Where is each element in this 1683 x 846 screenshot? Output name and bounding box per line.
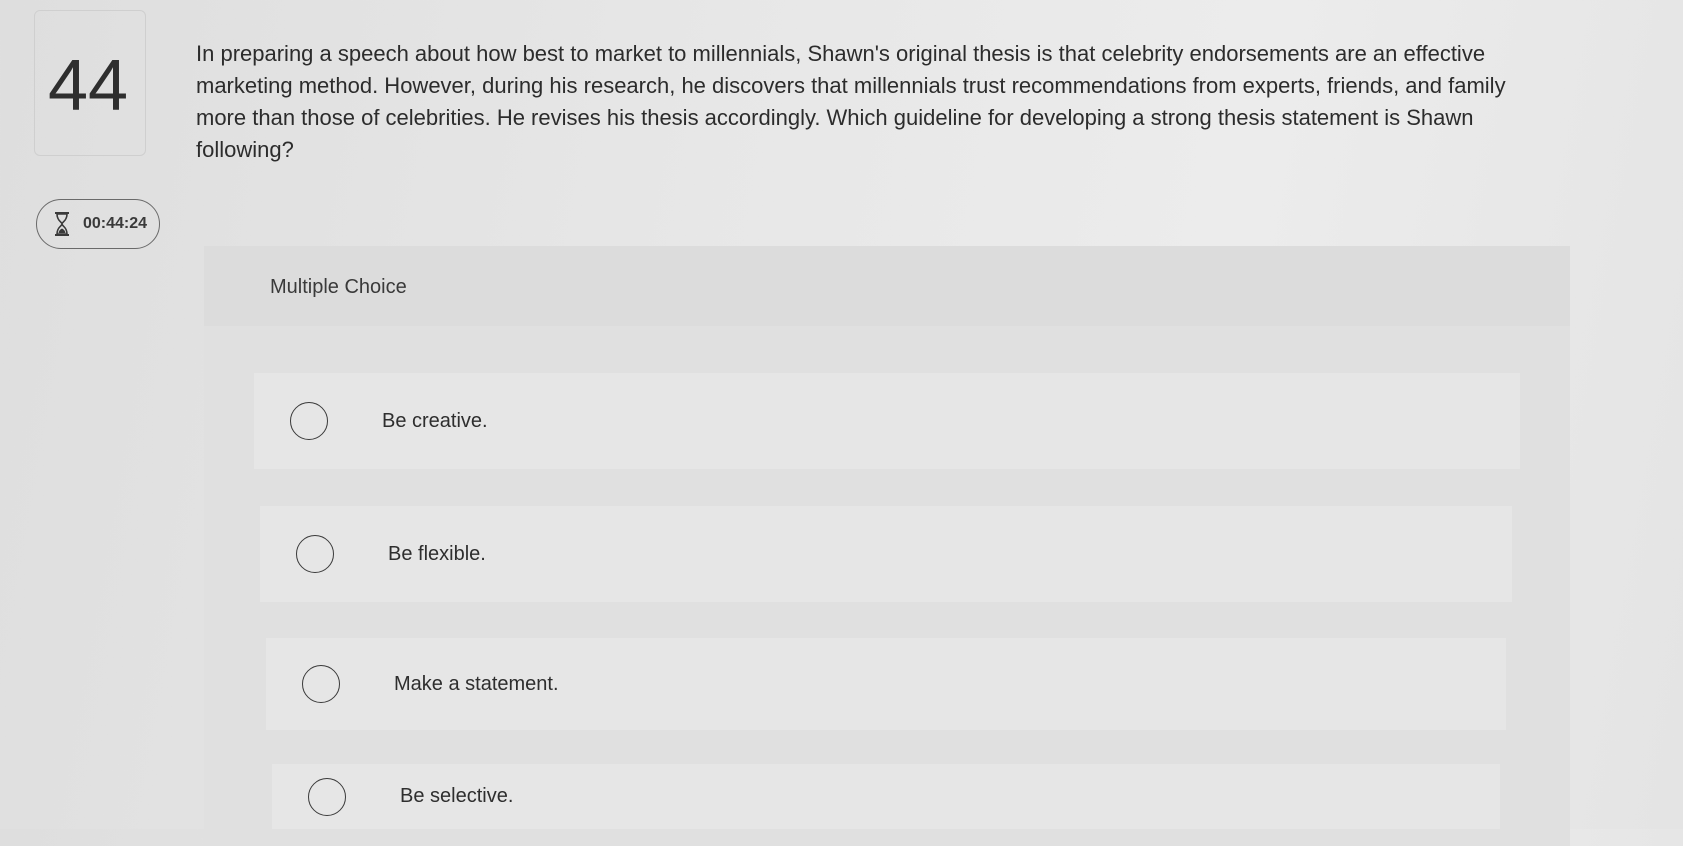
multiple-choice-header: Multiple Choice bbox=[204, 246, 1570, 326]
radio-button-3[interactable] bbox=[302, 665, 340, 703]
choice-option-3[interactable]: Make a statement. bbox=[266, 638, 1506, 730]
choice-option-1[interactable]: Be creative. bbox=[254, 373, 1520, 469]
hourglass-icon bbox=[55, 212, 69, 236]
timer-badge[interactable]: 00:44:24 bbox=[36, 199, 160, 249]
radio-button-4[interactable] bbox=[308, 777, 346, 816]
radio-button-2[interactable] bbox=[296, 535, 334, 573]
radio-button-1[interactable] bbox=[290, 402, 328, 440]
choice-label-4: Be selective. bbox=[400, 785, 514, 807]
question-text: In preparing a speech about how best to … bbox=[196, 41, 1506, 162]
timer-value: 00:44:24 bbox=[83, 215, 148, 232]
multiple-choice-label: Multiple Choice bbox=[270, 276, 407, 298]
question-number: 44 bbox=[48, 46, 129, 126]
choice-option-4[interactable]: Be selective. bbox=[272, 764, 1500, 829]
choice-label-2: Be flexible. bbox=[388, 542, 486, 565]
choice-label-1: Be creative. bbox=[382, 409, 488, 432]
choice-label-3: Make a statement. bbox=[394, 672, 559, 695]
choice-option-2[interactable]: Be flexible. bbox=[260, 506, 1512, 602]
